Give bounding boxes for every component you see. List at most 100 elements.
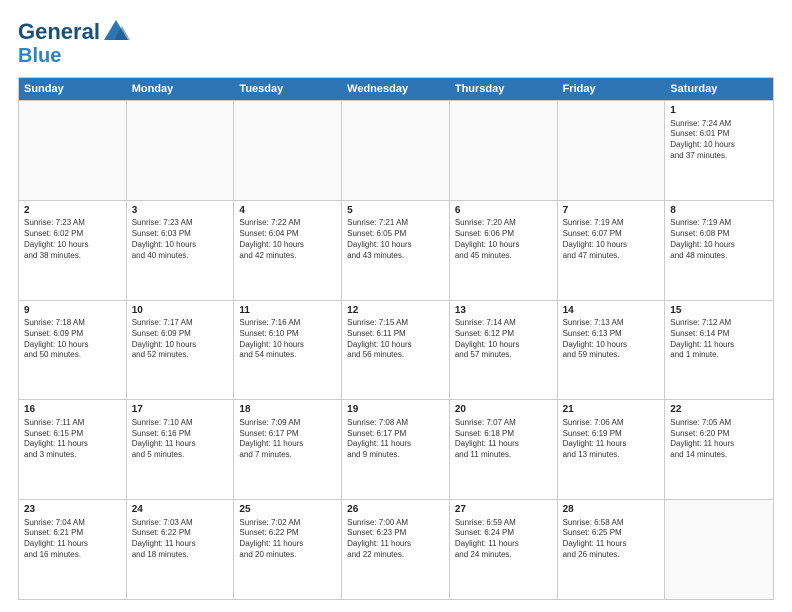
day-info: Sunrise: 7:00 AM Sunset: 6:23 PM Dayligh… [347,518,444,561]
day-cell-10: 10Sunrise: 7:17 AM Sunset: 6:09 PM Dayli… [127,301,235,400]
day-info: Sunrise: 7:23 AM Sunset: 6:03 PM Dayligh… [132,218,229,261]
day-cell-18: 18Sunrise: 7:09 AM Sunset: 6:17 PM Dayli… [234,400,342,499]
day-cell-26: 26Sunrise: 7:00 AM Sunset: 6:23 PM Dayli… [342,500,450,599]
day-number: 20 [455,403,552,417]
day-info: Sunrise: 7:18 AM Sunset: 6:09 PM Dayligh… [24,318,121,361]
day-number: 18 [239,403,336,417]
day-cell-15: 15Sunrise: 7:12 AM Sunset: 6:14 PM Dayli… [665,301,773,400]
day-info: Sunrise: 7:23 AM Sunset: 6:02 PM Dayligh… [24,218,121,261]
day-info: Sunrise: 7:21 AM Sunset: 6:05 PM Dayligh… [347,218,444,261]
empty-cell [558,101,666,200]
day-cell-5: 5Sunrise: 7:21 AM Sunset: 6:05 PM Daylig… [342,201,450,300]
day-cell-8: 8Sunrise: 7:19 AM Sunset: 6:08 PM Daylig… [665,201,773,300]
day-info: Sunrise: 7:20 AM Sunset: 6:06 PM Dayligh… [455,218,552,261]
logo-blue: Blue [18,45,61,67]
day-info: Sunrise: 7:13 AM Sunset: 6:13 PM Dayligh… [563,318,660,361]
day-info: Sunrise: 7:12 AM Sunset: 6:14 PM Dayligh… [670,318,768,361]
day-number: 8 [670,204,768,218]
day-number: 3 [132,204,229,218]
day-info: Sunrise: 7:17 AM Sunset: 6:09 PM Dayligh… [132,318,229,361]
day-cell-14: 14Sunrise: 7:13 AM Sunset: 6:13 PM Dayli… [558,301,666,400]
day-info: Sunrise: 7:15 AM Sunset: 6:11 PM Dayligh… [347,318,444,361]
day-number: 14 [563,304,660,318]
logo-text: General [18,21,100,43]
day-number: 26 [347,503,444,517]
day-info: Sunrise: 7:10 AM Sunset: 6:16 PM Dayligh… [132,418,229,461]
day-number: 23 [24,503,121,517]
day-cell-20: 20Sunrise: 7:07 AM Sunset: 6:18 PM Dayli… [450,400,558,499]
day-number: 11 [239,304,336,318]
day-number: 19 [347,403,444,417]
day-info: Sunrise: 6:58 AM Sunset: 6:25 PM Dayligh… [563,518,660,561]
day-cell-12: 12Sunrise: 7:15 AM Sunset: 6:11 PM Dayli… [342,301,450,400]
calendar: SundayMondayTuesdayWednesdayThursdayFrid… [18,77,774,600]
day-number: 24 [132,503,229,517]
empty-cell [19,101,127,200]
day-cell-16: 16Sunrise: 7:11 AM Sunset: 6:15 PM Dayli… [19,400,127,499]
day-number: 13 [455,304,552,318]
calendar-row-2: 2Sunrise: 7:23 AM Sunset: 6:02 PM Daylig… [19,200,773,300]
day-cell-4: 4Sunrise: 7:22 AM Sunset: 6:04 PM Daylig… [234,201,342,300]
day-info: Sunrise: 7:14 AM Sunset: 6:12 PM Dayligh… [455,318,552,361]
calendar-row-1: 1Sunrise: 7:24 AM Sunset: 6:01 PM Daylig… [19,100,773,200]
day-cell-24: 24Sunrise: 7:03 AM Sunset: 6:22 PM Dayli… [127,500,235,599]
weekday-header-thursday: Thursday [450,78,558,100]
weekday-header-wednesday: Wednesday [342,78,450,100]
day-cell-19: 19Sunrise: 7:08 AM Sunset: 6:17 PM Dayli… [342,400,450,499]
calendar-body: 1Sunrise: 7:24 AM Sunset: 6:01 PM Daylig… [19,100,773,599]
day-info: Sunrise: 6:59 AM Sunset: 6:24 PM Dayligh… [455,518,552,561]
day-cell-11: 11Sunrise: 7:16 AM Sunset: 6:10 PM Dayli… [234,301,342,400]
day-cell-1: 1Sunrise: 7:24 AM Sunset: 6:01 PM Daylig… [665,101,773,200]
empty-cell [127,101,235,200]
day-number: 27 [455,503,552,517]
empty-cell [665,500,773,599]
day-info: Sunrise: 7:11 AM Sunset: 6:15 PM Dayligh… [24,418,121,461]
day-info: Sunrise: 7:22 AM Sunset: 6:04 PM Dayligh… [239,218,336,261]
day-number: 7 [563,204,660,218]
day-number: 28 [563,503,660,517]
logo: General Blue [18,18,130,67]
day-number: 12 [347,304,444,318]
calendar-row-4: 16Sunrise: 7:11 AM Sunset: 6:15 PM Dayli… [19,399,773,499]
day-cell-21: 21Sunrise: 7:06 AM Sunset: 6:19 PM Dayli… [558,400,666,499]
day-info: Sunrise: 7:09 AM Sunset: 6:17 PM Dayligh… [239,418,336,461]
day-cell-13: 13Sunrise: 7:14 AM Sunset: 6:12 PM Dayli… [450,301,558,400]
day-info: Sunrise: 7:06 AM Sunset: 6:19 PM Dayligh… [563,418,660,461]
day-number: 2 [24,204,121,218]
day-info: Sunrise: 7:04 AM Sunset: 6:21 PM Dayligh… [24,518,121,561]
weekday-header-sunday: Sunday [19,78,127,100]
day-info: Sunrise: 7:19 AM Sunset: 6:07 PM Dayligh… [563,218,660,261]
day-number: 9 [24,304,121,318]
weekday-header-saturday: Saturday [665,78,773,100]
day-info: Sunrise: 7:07 AM Sunset: 6:18 PM Dayligh… [455,418,552,461]
header: General Blue [18,18,774,67]
day-cell-2: 2Sunrise: 7:23 AM Sunset: 6:02 PM Daylig… [19,201,127,300]
day-number: 6 [455,204,552,218]
day-number: 10 [132,304,229,318]
empty-cell [234,101,342,200]
day-number: 15 [670,304,768,318]
day-number: 1 [670,104,768,118]
day-cell-7: 7Sunrise: 7:19 AM Sunset: 6:07 PM Daylig… [558,201,666,300]
empty-cell [342,101,450,200]
day-info: Sunrise: 7:05 AM Sunset: 6:20 PM Dayligh… [670,418,768,461]
day-cell-9: 9Sunrise: 7:18 AM Sunset: 6:09 PM Daylig… [19,301,127,400]
logo-icon [102,18,130,46]
day-number: 17 [132,403,229,417]
day-number: 25 [239,503,336,517]
weekday-header-monday: Monday [127,78,235,100]
weekday-header-tuesday: Tuesday [234,78,342,100]
day-cell-22: 22Sunrise: 7:05 AM Sunset: 6:20 PM Dayli… [665,400,773,499]
day-cell-17: 17Sunrise: 7:10 AM Sunset: 6:16 PM Dayli… [127,400,235,499]
day-info: Sunrise: 7:03 AM Sunset: 6:22 PM Dayligh… [132,518,229,561]
day-cell-27: 27Sunrise: 6:59 AM Sunset: 6:24 PM Dayli… [450,500,558,599]
empty-cell [450,101,558,200]
day-info: Sunrise: 7:08 AM Sunset: 6:17 PM Dayligh… [347,418,444,461]
day-number: 5 [347,204,444,218]
calendar-header: SundayMondayTuesdayWednesdayThursdayFrid… [19,78,773,100]
day-number: 22 [670,403,768,417]
day-number: 4 [239,204,336,218]
day-cell-23: 23Sunrise: 7:04 AM Sunset: 6:21 PM Dayli… [19,500,127,599]
day-info: Sunrise: 7:16 AM Sunset: 6:10 PM Dayligh… [239,318,336,361]
day-number: 21 [563,403,660,417]
